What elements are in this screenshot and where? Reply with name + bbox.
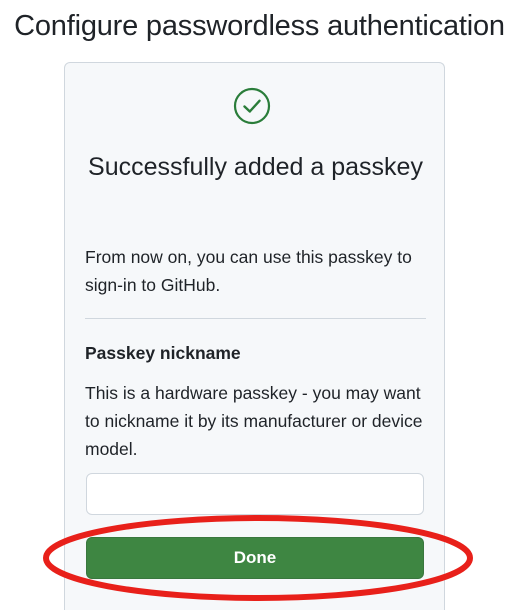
passkey-nickname-input[interactable] [86, 473, 424, 515]
passkey-success-card: Successfully added a passkey From now on… [64, 62, 445, 610]
done-button[interactable]: Done [86, 537, 424, 579]
success-description: From now on, you can use this passkey to… [85, 247, 412, 295]
passkey-nickname-help-text: This is a hardware passkey - you may wan… [85, 383, 423, 459]
divider [85, 318, 426, 319]
page-title: Configure passwordless authentication [14, 10, 505, 42]
check-circle-icon [233, 87, 271, 125]
passkey-nickname-label: Passkey nickname [85, 343, 241, 363]
success-title: Successfully added a passkey [88, 153, 423, 181]
